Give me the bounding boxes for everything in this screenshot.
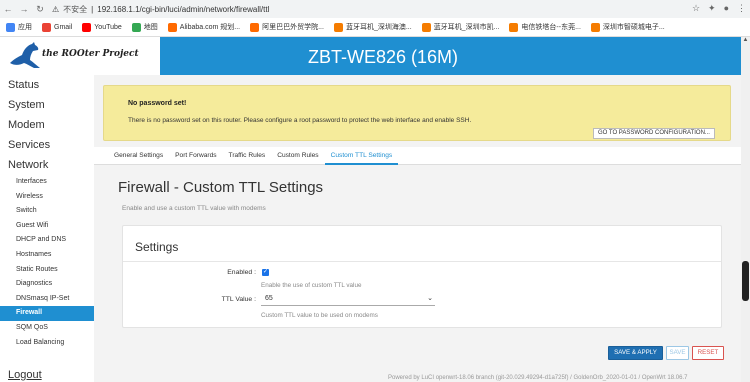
tab-traffic-rules[interactable]: Traffic Rules: [223, 147, 272, 165]
bookmark-label: 深圳市智硕城电子...: [602, 24, 665, 31]
bookmark-item[interactable]: Alibaba.com 规划...: [167, 22, 241, 32]
kangaroo-icon: [10, 42, 40, 68]
settings-section: Settings Enabled : ✓ Enable the use of c…: [122, 225, 722, 328]
sidebar-item-network[interactable]: Network: [0, 155, 94, 175]
notice-text: There is no password set on this router.…: [128, 117, 472, 124]
sidebar-item-dnsmasq-ip-set[interactable]: DNSmasq IP-Set: [0, 292, 94, 307]
bookmark-label: 电信铁塔台--东莞...: [521, 24, 581, 31]
bookmark-label: 蓝牙耳机_深圳市凯...: [433, 24, 500, 31]
go-to-password-button[interactable]: GO TO PASSWORD CONFIGURATION...: [593, 128, 715, 139]
bookmark-label: 阿里巴巴外贸学院...: [262, 24, 324, 31]
firewall-tabs: General Settings Port Forwards Traffic Rul…: [94, 147, 741, 165]
ttl-value-label: TTL Value :: [221, 296, 256, 303]
sidebar-item-diagnostics[interactable]: Diagnostics: [0, 277, 94, 292]
page-title: Firewall - Custom TTL Settings: [118, 179, 324, 196]
logo[interactable]: the ROOter Project: [0, 37, 160, 75]
sidebar-item-interfaces[interactable]: Interfaces: [0, 175, 94, 190]
bookmark-favicon-icon: [421, 22, 431, 32]
logo-text: the ROOter Project: [42, 49, 139, 59]
forward-icon[interactable]: →: [16, 4, 32, 14]
sidebar-item-services[interactable]: Services: [0, 135, 94, 155]
save-button[interactable]: SAVE: [666, 346, 689, 360]
header: the ROOter Project ZBT-WE826 (16M): [0, 37, 741, 75]
extension-icon[interactable]: ✦: [708, 3, 716, 14]
security-label: 不安全: [63, 4, 88, 14]
scrollbar-thumb[interactable]: [742, 261, 749, 301]
ttl-hint: Custom TTL value to be used on modems: [261, 312, 378, 319]
bookmark-item[interactable]: 阿里巴巴外贸学院...: [250, 22, 324, 32]
logout-link[interactable]: Logout: [8, 369, 42, 381]
bookmark-favicon-icon: [509, 22, 519, 32]
bookmark-label: 应用: [18, 24, 32, 31]
notice-title: No password set!: [128, 100, 187, 107]
bookmarks-bar: 应用 Gmail YouTube 地图 Alibaba.com 规划... 阿里巴巴外贸学…: [0, 18, 750, 37]
tab-custom-rules[interactable]: Custom Rules: [271, 147, 324, 165]
settings-title: Settings: [135, 240, 179, 254]
bookmark-favicon-icon: [131, 22, 141, 32]
bookmark-label: 地图: [143, 24, 158, 31]
chevron-down-icon: ⌄: [427, 295, 433, 302]
bookmark-item[interactable]: 深圳市智硕城电子...: [590, 22, 665, 32]
reset-button[interactable]: RESET: [692, 346, 724, 360]
password-notice: No password set! There is no password se…: [103, 85, 731, 141]
bookmark-favicon-icon: [590, 22, 600, 32]
divider: [123, 261, 721, 262]
main-content: No password set! There is no password se…: [94, 75, 741, 382]
bookmark-item[interactable]: 地图: [131, 22, 158, 32]
scroll-up-icon[interactable]: ▲: [741, 37, 750, 43]
url-field[interactable]: ⚠ 不安全 | 192.168.1.1/cgi-bin/luci/admin/n…: [52, 4, 269, 15]
bookmark-favicon-icon: [82, 22, 92, 32]
sidebar-item-system[interactable]: System: [0, 95, 94, 115]
sidebar-item-switch[interactable]: Switch: [0, 204, 94, 219]
tab-port-forwards[interactable]: Port Forwards: [169, 147, 222, 165]
sidebar-item-dhcp-and-dns[interactable]: DHCP and DNS: [0, 233, 94, 248]
star-icon[interactable]: ☆: [692, 3, 700, 14]
bookmark-item[interactable]: 蓝牙耳机_深圳海澳...: [333, 22, 412, 32]
bookmark-label: Gmail: [54, 23, 73, 31]
warning-icon: ⚠: [52, 4, 60, 14]
sidebar-item-firewall[interactable]: Firewall: [0, 306, 94, 321]
ttl-value: 65: [265, 295, 273, 302]
sidebar-item-modem[interactable]: Modem: [0, 115, 94, 135]
bookmark-item[interactable]: 电信铁塔台--东莞...: [509, 22, 581, 32]
back-icon[interactable]: ←: [0, 4, 16, 14]
bookmark-favicon-icon: [6, 22, 15, 32]
bookmark-item[interactable]: 应用: [6, 22, 32, 32]
sidebar-item-wireless[interactable]: Wireless: [0, 190, 94, 205]
sidebar-item-status[interactable]: Status: [0, 75, 94, 95]
profile-icon[interactable]: ●: [724, 3, 729, 14]
sidebar-item-load-balancing[interactable]: Load Balancing: [0, 336, 94, 351]
enabled-label: Enabled :: [227, 269, 256, 276]
menu-icon[interactable]: ⋮: [737, 3, 746, 14]
sidebar-item-sqm-qos[interactable]: SQM QoS: [0, 321, 94, 336]
bookmark-favicon-icon: [250, 22, 260, 32]
sidebar-item-static-routes[interactable]: Static Routes: [0, 263, 94, 278]
sidebar: Status System Modem Services Network Interfa…: [0, 75, 94, 382]
tab-custom-ttl-settings[interactable]: Custom TTL Settings: [324, 147, 399, 165]
bookmark-favicon-icon: [42, 22, 51, 32]
bookmark-label: YouTube: [94, 23, 122, 31]
bookmark-item[interactable]: 蓝牙耳机_深圳市凯...: [421, 22, 500, 32]
url-text: 192.168.1.1/cgi-bin/luci/admin/network/f…: [97, 4, 270, 14]
save-apply-button[interactable]: SAVE & APPLY: [608, 346, 663, 360]
page-description: Enable and use a custom TTL value with m…: [122, 205, 266, 212]
ttl-value-select[interactable]: 65 ⌄: [261, 294, 435, 306]
bookmark-favicon-icon: [167, 22, 177, 32]
scrollbar[interactable]: ▲: [741, 37, 750, 382]
reload-icon[interactable]: ↻: [32, 4, 48, 15]
browser-address-bar: ← → ↻ ⚠ 不安全 | 192.168.1.1/cgi-bin/luci/a…: [0, 0, 750, 18]
footer-text: Powered by LuCI openwrt-18.06 branch (gi…: [388, 375, 688, 381]
bookmark-label: Alibaba.com 规划...: [179, 24, 241, 31]
tab-general-settings[interactable]: General Settings: [108, 147, 169, 165]
bookmark-item[interactable]: Gmail: [42, 22, 73, 32]
sidebar-item-guest-wifi[interactable]: Guest Wifi: [0, 219, 94, 234]
bookmark-favicon-icon: [333, 22, 343, 32]
enabled-checkbox[interactable]: ✓: [262, 269, 269, 276]
bookmark-label: 蓝牙耳机_深圳海澳...: [345, 24, 412, 31]
device-name: ZBT-WE826 (16M): [308, 47, 459, 67]
sidebar-item-hostnames[interactable]: Hostnames: [0, 248, 94, 263]
bookmark-item[interactable]: YouTube: [82, 22, 122, 32]
enabled-hint: Enable the use of custom TTL value: [261, 282, 362, 289]
